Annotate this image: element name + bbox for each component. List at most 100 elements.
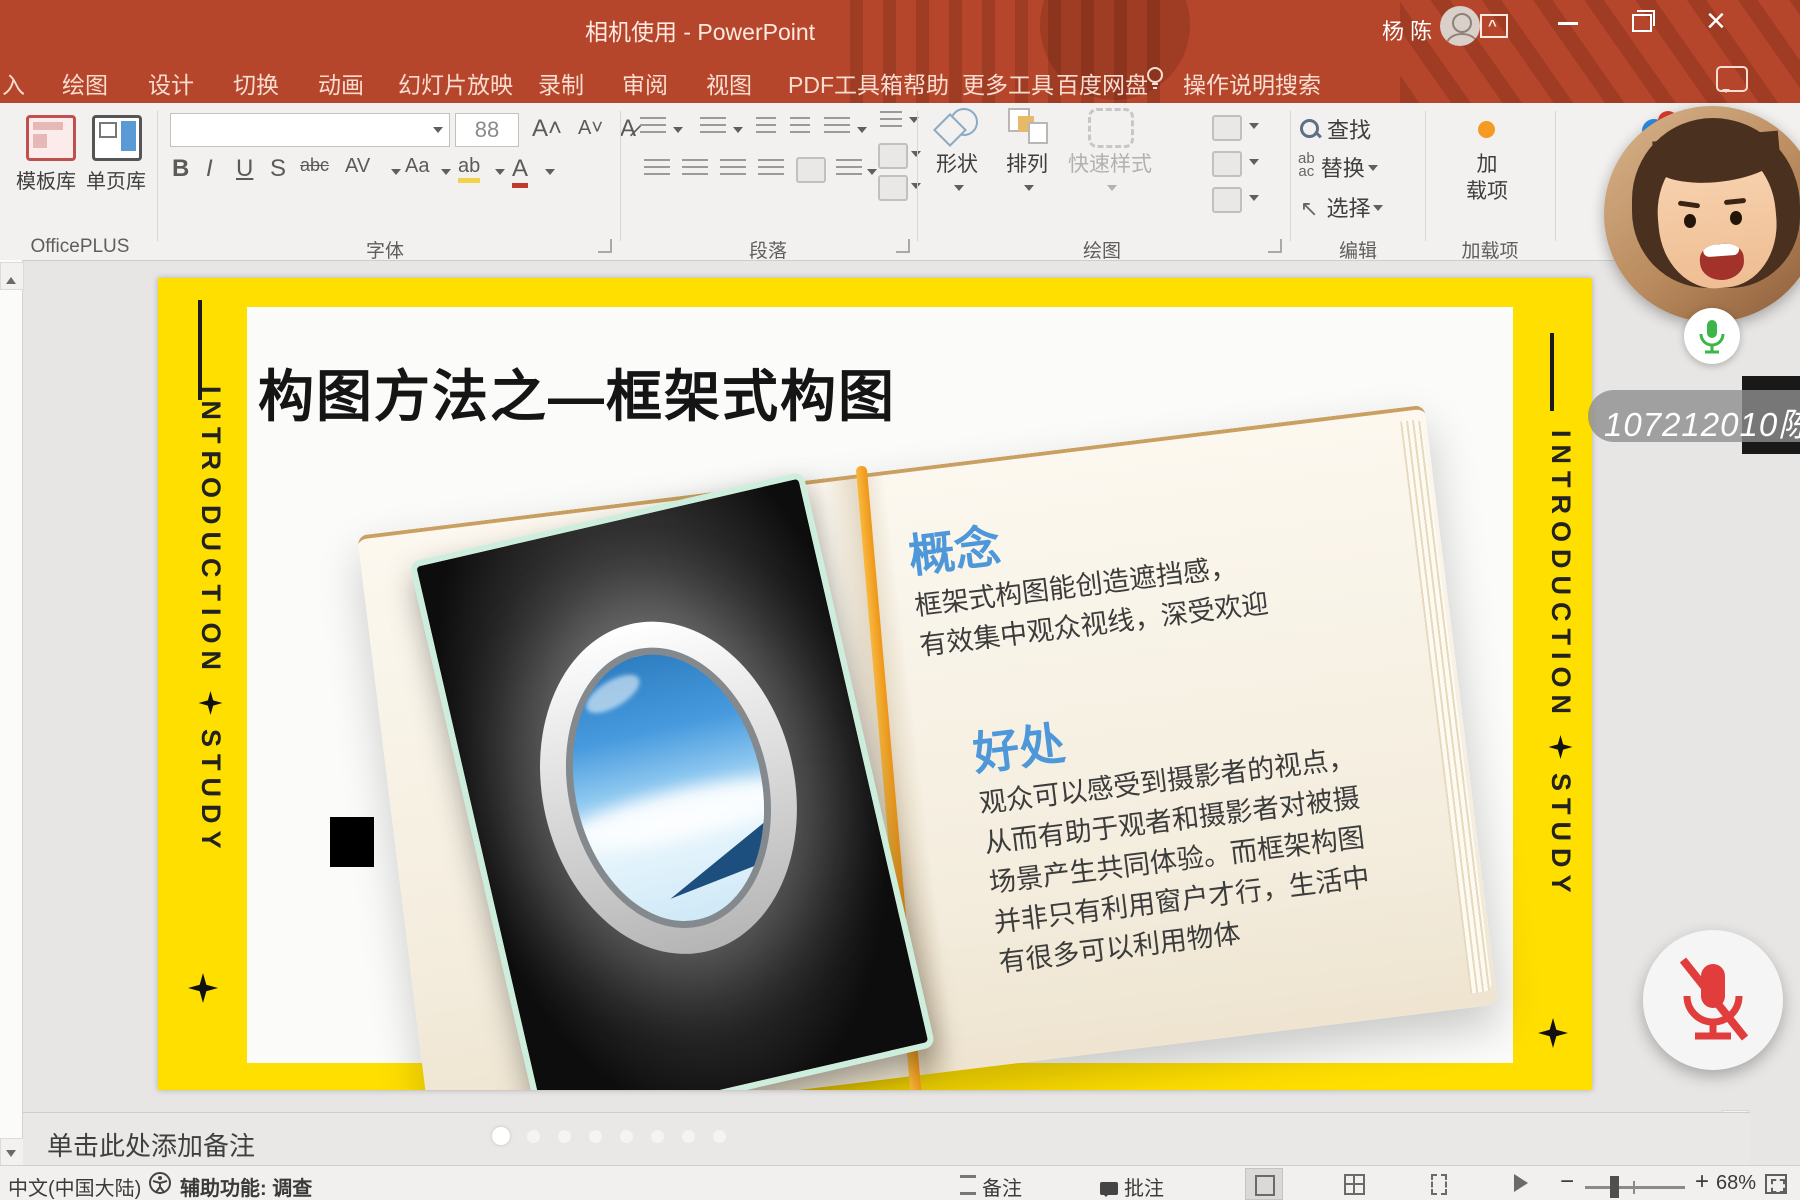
bold-button[interactable]: B [172, 155, 189, 183]
black-square-shape[interactable] [330, 817, 374, 867]
columns-button[interactable] [796, 157, 826, 183]
decrease-font-size-button[interactable]: A˅ [578, 117, 603, 140]
tab-view[interactable]: 视图 [706, 66, 752, 100]
slide-dot[interactable] [527, 1130, 540, 1143]
reading-view-button[interactable] [1420, 1168, 1456, 1198]
bullets-button[interactable] [640, 117, 666, 137]
align-text-button[interactable] [878, 143, 908, 169]
slide-dot[interactable] [589, 1130, 602, 1143]
tab-baidu-netdisk[interactable]: 百度网盘 [1056, 66, 1148, 100]
zoom-out-button[interactable]: − [1560, 1168, 1574, 1196]
account-name[interactable]: 杨 陈 [1382, 14, 1432, 46]
italic-button[interactable]: I [206, 155, 213, 183]
select-button[interactable]: ↖选择 [1300, 191, 1383, 223]
tab-more-tools[interactable]: 更多工具 [962, 66, 1054, 100]
zoom-in-button[interactable]: + [1695, 1168, 1709, 1196]
tab-help[interactable]: 帮助 [903, 66, 949, 100]
concept-text-block[interactable]: 概念 框架式构图能创造遮挡感， 有效集中观众视线，深受欢迎 [904, 478, 1270, 666]
quick-styles-button[interactable]: 快速样式 [1062, 108, 1158, 202]
font-size-combobox[interactable]: 88 [455, 113, 519, 147]
shadow-button[interactable]: S [270, 155, 286, 183]
slide-canvas[interactable]: INTRODUCTIONSTUDY INTRODUCTIONSTUDY 构图方法… [158, 278, 1592, 1090]
user-avatar-icon[interactable] [1440, 6, 1480, 46]
fit-slide-to-window-button[interactable] [1765, 1174, 1787, 1194]
thumbnail-pane-scrollbar[interactable] [0, 260, 23, 1167]
addins-button[interactable]: 加载项 [1442, 151, 1532, 205]
decrease-indent-button[interactable] [756, 117, 776, 137]
single-page-library-button[interactable]: 单页库 [86, 165, 146, 194]
notes-toggle-button[interactable]: 备注 [960, 1172, 1022, 1200]
font-color-button[interactable]: A [512, 155, 528, 188]
tab-draw[interactable]: 绘图 [62, 66, 108, 100]
change-case-button[interactable]: Aa [405, 155, 429, 178]
single-page-library-icon[interactable] [92, 115, 142, 161]
notes-pane[interactable]: 单击此处添加备注 [23, 1112, 1750, 1166]
font-dialog-launcher[interactable] [598, 239, 612, 253]
close-button[interactable]: × [1706, 8, 1726, 34]
font-name-combobox[interactable] [170, 113, 450, 147]
slide-dot[interactable] [682, 1130, 695, 1143]
shape-fill-button[interactable] [1212, 115, 1242, 141]
arrange-button[interactable]: 排列 [992, 108, 1062, 202]
tab-design[interactable]: 设计 [148, 66, 194, 100]
ribbon-display-options-button[interactable] [1480, 14, 1508, 38]
mute-microphone-button[interactable] [1643, 930, 1783, 1070]
minimize-button[interactable] [1558, 22, 1578, 25]
slide-dot[interactable] [713, 1130, 726, 1143]
notes-placeholder[interactable]: 单击此处添加备注 [47, 1126, 255, 1163]
slide-dot[interactable] [651, 1130, 664, 1143]
distribute-button[interactable] [836, 159, 862, 179]
restore-button[interactable] [1632, 14, 1652, 32]
shape-outline-button[interactable] [1212, 151, 1242, 177]
tell-me-search[interactable]: 操作说明搜索 [1183, 66, 1321, 100]
template-library-icon[interactable] [26, 115, 76, 161]
align-left-button[interactable] [644, 159, 670, 179]
strikethrough-button[interactable]: abc [300, 155, 329, 176]
benefit-text-block[interactable]: 好处 观众可以感受到摄影者的视点， 从而有助于观者和摄影者对被摄 场景产生共同体… [969, 672, 1377, 982]
tab-slideshow[interactable]: 幻灯片放映 [398, 66, 513, 100]
convert-smartart-button[interactable] [878, 175, 908, 201]
slide-title[interactable]: 构图方法之—框架式构图 [258, 352, 896, 433]
scroll-up-button[interactable] [0, 262, 24, 290]
webcam-video-circle[interactable] [1604, 106, 1800, 322]
normal-view-button[interactable] [1245, 1168, 1283, 1200]
accessibility-status[interactable]: 辅助功能: 调查 [180, 1172, 312, 1200]
shapes-button[interactable]: 形状 [922, 108, 992, 202]
slide-dot[interactable] [620, 1130, 633, 1143]
character-spacing-button[interactable]: AV [345, 155, 370, 178]
slide-dot[interactable] [558, 1130, 571, 1143]
increase-indent-button[interactable] [790, 117, 810, 137]
text-direction-button[interactable] [880, 111, 902, 131]
tab-insert-partial[interactable]: 入 [2, 66, 25, 100]
tab-record[interactable]: 录制 [538, 66, 584, 100]
comments-toggle-button[interactable]: 批注 [1100, 1172, 1164, 1200]
find-button[interactable]: 查找 [1300, 113, 1371, 145]
tab-review[interactable]: 审阅 [622, 66, 668, 100]
align-right-button[interactable] [720, 159, 746, 179]
underline-button[interactable]: U [236, 155, 253, 183]
zoom-slider-thumb[interactable] [1610, 1176, 1619, 1198]
tab-pdf-toolbox[interactable]: PDF工具箱 [788, 66, 903, 100]
slide-dot-active[interactable] [492, 1127, 510, 1145]
numbering-button[interactable] [700, 117, 726, 137]
justify-button[interactable] [758, 159, 784, 179]
language-indicator[interactable]: 中文(中国大陆) [8, 1172, 141, 1200]
increase-font-size-button[interactable]: A˄ [532, 115, 562, 143]
text-highlight-button[interactable]: ab [458, 155, 480, 183]
comments-bubble-icon[interactable] [1716, 66, 1748, 92]
tab-transitions[interactable]: 切换 [233, 66, 279, 100]
mic-on-badge[interactable] [1684, 308, 1740, 364]
align-center-button[interactable] [682, 159, 708, 179]
clear-formatting-button[interactable]: A̷ [620, 115, 636, 143]
replace-button[interactable]: abac替换 [1298, 151, 1378, 183]
template-library-button[interactable]: 模板库 [16, 165, 76, 194]
zoom-level[interactable]: 68% [1716, 1172, 1756, 1195]
slide-sorter-button[interactable] [1335, 1168, 1371, 1198]
zoom-slider-track[interactable] [1585, 1186, 1685, 1189]
slideshow-button[interactable] [1505, 1168, 1541, 1198]
scroll-down-button[interactable] [0, 1138, 24, 1166]
paragraph-dialog-launcher[interactable] [896, 239, 910, 253]
tab-animations[interactable]: 动画 [318, 66, 364, 100]
line-spacing-button[interactable] [824, 117, 850, 137]
shape-effects-button[interactable] [1212, 187, 1242, 213]
